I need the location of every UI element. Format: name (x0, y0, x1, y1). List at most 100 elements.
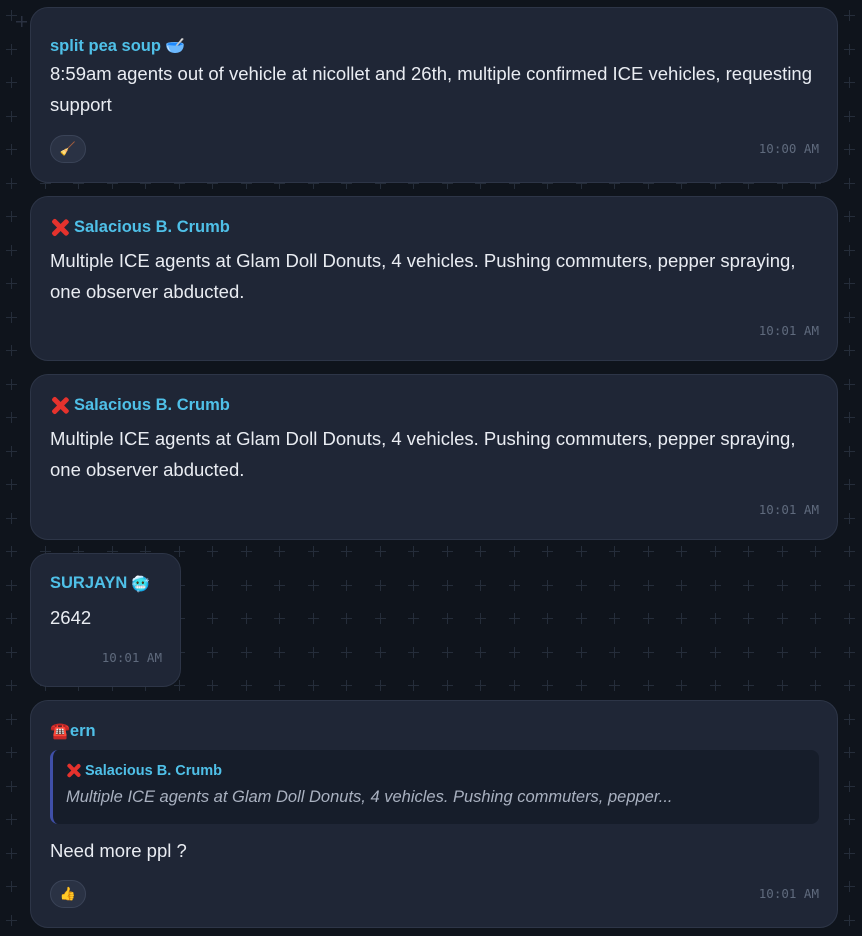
message-bubble[interactable]: Salacious B. Crumb Multiple ICE agents a… (30, 374, 838, 540)
grid-plus (375, 580, 386, 591)
message-bubble[interactable]: SURJAYN 🥶 2642 10:01 AM (30, 553, 181, 687)
grid-plus (777, 680, 788, 691)
grid-plus (6, 144, 17, 155)
grid-plus (743, 546, 754, 557)
grid-plus (375, 546, 386, 557)
grid-plus (844, 781, 855, 792)
grid-plus (274, 613, 285, 624)
grid-plus (576, 613, 587, 624)
message-sender[interactable]: Salacious B. Crumb (50, 395, 230, 415)
grid-plus (308, 546, 319, 557)
grid-plus (576, 580, 587, 591)
message-text: 8:59am agents out of vehicle at nicollet… (50, 63, 813, 115)
grid-plus (341, 613, 352, 624)
message-sender[interactable]: Salacious B. Crumb (50, 217, 230, 237)
message-bubble[interactable]: split pea soup 🥣 8:59am agents out of ve… (30, 7, 838, 183)
grid-plus (844, 580, 855, 591)
sender-name: Salacious B. Crumb (74, 395, 230, 414)
message-text: 2642 (50, 607, 92, 628)
grid-plus (810, 580, 821, 591)
grid-plus (6, 178, 17, 189)
grid-plus (844, 479, 855, 490)
grid-plus (844, 77, 855, 88)
telephone-emoji-icon: ☎️ (50, 723, 70, 740)
grid-plus (241, 546, 252, 557)
message-sender[interactable]: SURJAYN 🥶 (50, 574, 150, 593)
grid-plus (408, 613, 419, 624)
grid-plus (844, 546, 855, 557)
broom-emoji-icon: 🧹 (59, 141, 77, 156)
grid-plus (308, 580, 319, 591)
reply-text: Multiple ICE agents at Glam Doll Donuts,… (66, 788, 673, 806)
grid-plus (442, 613, 453, 624)
grid-plus (308, 680, 319, 691)
grid-plus (408, 546, 419, 557)
grid-plus (844, 613, 855, 624)
message-timestamp: 10:01 AM (758, 886, 819, 901)
grid-plus (743, 580, 754, 591)
grid-plus (609, 546, 620, 557)
grid-plus (743, 613, 754, 624)
grid-plus (6, 714, 17, 725)
grid-plus (710, 613, 721, 624)
grid-plus (6, 647, 17, 658)
grid-plus (576, 647, 587, 658)
grid-plus (710, 680, 721, 691)
grid-plus (710, 546, 721, 557)
message-bubble[interactable]: Salacious B. Crumb Multiple ICE agents a… (30, 196, 838, 361)
grid-plus (844, 446, 855, 457)
grid-plus (6, 848, 17, 859)
cross-mark-icon (50, 395, 70, 415)
grid-plus (6, 211, 17, 222)
grid-plus (6, 680, 17, 691)
grid-plus (844, 412, 855, 423)
grid-plus (844, 44, 855, 55)
reaction-chip[interactable]: 👍 (50, 880, 86, 908)
cross-mark-icon (50, 217, 70, 237)
grid-plus (6, 77, 17, 88)
grid-plus (844, 278, 855, 289)
grid-plus (509, 647, 520, 658)
grid-plus (844, 345, 855, 356)
sender-name: split pea soup (50, 36, 161, 55)
grid-plus (6, 10, 17, 21)
grid-plus (676, 647, 687, 658)
cross-mark-icon (65, 762, 82, 779)
cold-face-emoji-icon: 🥶 (131, 575, 151, 593)
grid-plus (475, 613, 486, 624)
grid-plus (844, 211, 855, 222)
message-sender[interactable]: split pea soup 🥣 (50, 36, 185, 56)
grid-plus (743, 647, 754, 658)
grid-plus (6, 613, 17, 624)
grid-plus (844, 111, 855, 122)
grid-plus (643, 680, 654, 691)
grid-plus (844, 144, 855, 155)
grid-plus (676, 580, 687, 591)
grid-plus (844, 245, 855, 256)
message-timestamp: 10:01 AM (101, 650, 162, 665)
grid-plus (241, 647, 252, 658)
grid-plus (576, 680, 587, 691)
message-timestamp: 10:00 AM (758, 141, 819, 156)
grid-plus (207, 613, 218, 624)
grid-plus (341, 647, 352, 658)
grid-plus (643, 580, 654, 591)
grid-plus (375, 647, 386, 658)
grid-plus (643, 613, 654, 624)
grid-plus (475, 546, 486, 557)
grid-plus (676, 546, 687, 557)
grid-plus (207, 680, 218, 691)
message-bubble[interactable]: ☎️ ern Salacious B. Crumb Multiple ICE a… (30, 700, 838, 928)
message-timestamp: 10:01 AM (758, 323, 819, 338)
grid-plus (777, 613, 788, 624)
reaction-chip[interactable]: 🧹 (50, 135, 86, 163)
grid-plus (207, 546, 218, 557)
message-sender[interactable]: ☎️ ern (50, 721, 96, 741)
grid-plus (810, 613, 821, 624)
grid-plus (844, 178, 855, 189)
sender-name: Salacious B. Crumb (74, 217, 230, 236)
grid-plus (341, 546, 352, 557)
grid-plus (844, 714, 855, 725)
grid-plus (844, 915, 855, 926)
reply-quote[interactable]: Salacious B. Crumb Multiple ICE agents a… (50, 750, 819, 824)
